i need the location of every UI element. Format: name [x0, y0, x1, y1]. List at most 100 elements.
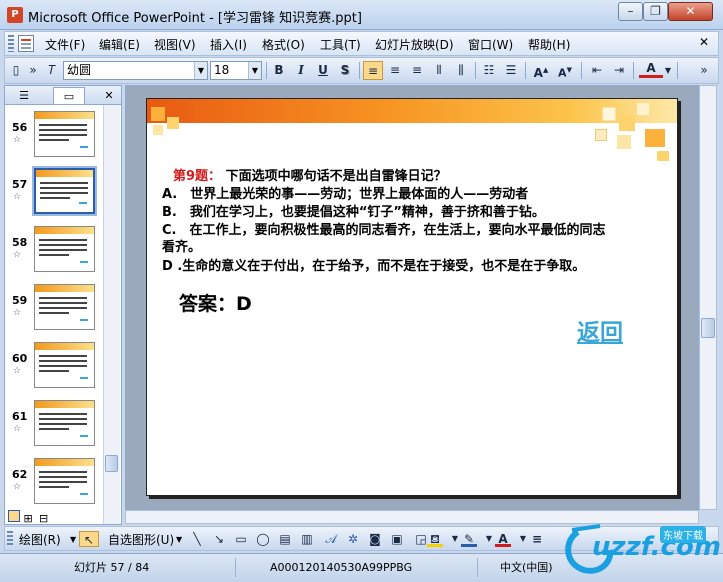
chevron-down-icon[interactable]: ▼: [194, 62, 207, 79]
close-button[interactable]: ✕: [668, 2, 713, 21]
toolbar-grip-handle[interactable]: [7, 531, 13, 547]
new-document-icon[interactable]: ▯: [7, 61, 25, 80]
arrow-tool-icon[interactable]: ↘: [211, 531, 227, 547]
menu-grip-handle[interactable]: [8, 35, 14, 52]
decor-square: [602, 107, 616, 121]
slide-thumbnail[interactable]: [34, 284, 95, 330]
slide-transition-star-icon: ☆: [13, 308, 22, 318]
line-style-icon[interactable]: ≡: [529, 531, 545, 547]
shrink-font-label: A: [558, 66, 567, 80]
slide-thumbnail-number: 57: [12, 178, 28, 191]
toolbar-options-chevron-icon[interactable]: »: [27, 61, 39, 80]
menu-edit[interactable]: 编辑(E): [99, 36, 140, 53]
thumbnail-text-line: [40, 187, 88, 189]
vertical-text-icon[interactable]: ⫼: [451, 61, 471, 80]
minimize-button[interactable]: –: [618, 2, 643, 21]
uzzf-watermark-logo: uzzf.com 东坡下载: [560, 520, 721, 580]
rectangle-tool-icon[interactable]: ▭: [233, 531, 249, 547]
line-tool-icon[interactable]: ╲: [189, 531, 205, 547]
menu-format[interactable]: 格式(O): [262, 36, 305, 53]
slide-thumbnail[interactable]: [34, 111, 95, 157]
outline-tab[interactable]: ☰: [9, 87, 39, 104]
wordart-icon[interactable]: 𝒜: [323, 531, 339, 547]
bullets-icon[interactable]: ☰: [501, 61, 521, 80]
menu-help[interactable]: 帮助(H): [528, 36, 570, 53]
slide-thumbnail[interactable]: [32, 166, 97, 216]
align-left-icon[interactable]: ≡: [363, 61, 383, 80]
close-document-button[interactable]: ✕: [699, 35, 709, 49]
font-color-dropdown-icon[interactable]: ▼: [663, 61, 673, 80]
textbox-tool-icon[interactable]: ▤: [277, 531, 293, 547]
increase-indent-icon[interactable]: ⇥: [609, 61, 629, 80]
slide-thumbnail-number: 60: [12, 352, 28, 365]
slideshow-view-icon[interactable]: ⊟: [39, 512, 51, 525]
chevron-down-icon[interactable]: ▼: [248, 62, 261, 79]
grow-font-button[interactable]: A▲: [531, 61, 551, 80]
italic-button[interactable]: I: [291, 61, 311, 80]
slide-thumbnail-number: 58: [12, 236, 28, 249]
slides-tab[interactable]: ▭: [53, 87, 85, 104]
current-slide[interactable]: 第9题： 下面选项中哪句话不是出自雷锋日记？ A. 世界上最光荣的事——劳动；世…: [146, 98, 678, 496]
editor-scrollbar-thumb[interactable]: [701, 318, 715, 338]
menu-file[interactable]: 文件(F): [45, 36, 85, 53]
powerpoint-app-icon[interactable]: P: [7, 7, 23, 23]
thumbnail-text-line: [39, 129, 87, 131]
font-color-button[interactable]: A: [639, 61, 663, 78]
clipart-icon[interactable]: ◙: [367, 531, 383, 547]
numbering-icon[interactable]: ☷: [479, 61, 499, 80]
oval-tool-icon[interactable]: ◯: [255, 531, 271, 547]
underline-button[interactable]: U: [313, 61, 333, 80]
thumbnail-text-line: [39, 471, 87, 473]
slide-thumbnail[interactable]: [34, 458, 95, 504]
decor-square: [637, 103, 649, 115]
slide-sorter-view-icon[interactable]: ⊞: [24, 512, 36, 525]
thumbnail-text-line: [39, 249, 87, 251]
bold-button[interactable]: B: [269, 61, 289, 80]
menu-view[interactable]: 视图(V): [154, 36, 196, 53]
normal-view-icon[interactable]: [8, 510, 20, 522]
distribute-icon[interactable]: ⫴: [429, 61, 449, 80]
slide-thumbnail-number: 59: [12, 294, 28, 307]
chevron-down-icon[interactable]: ▼: [70, 535, 76, 544]
diagram-icon[interactable]: ✲: [345, 531, 361, 547]
menu-window[interactable]: 窗口(W): [468, 36, 513, 53]
return-link[interactable]: 返回: [577, 313, 623, 347]
align-right-icon[interactable]: ≡: [407, 61, 427, 80]
font-size-select[interactable]: 18 ▼: [210, 61, 262, 80]
decor-square: [595, 129, 607, 141]
decrease-indent-icon[interactable]: ⇤: [587, 61, 607, 80]
draw-menu[interactable]: 绘图(R): [19, 531, 61, 548]
slide-transition-star-icon: ☆: [13, 250, 22, 260]
fill-color-icon[interactable]: ⛾: [427, 531, 443, 547]
thumbnail-text-line: [39, 413, 87, 415]
shadow-button[interactable]: S: [335, 61, 355, 80]
autoshapes-menu[interactable]: 自选图形(U): [108, 531, 174, 548]
font-color-button[interactable]: A: [495, 531, 511, 547]
toolbar-separator: [525, 62, 526, 79]
menu-tools[interactable]: 工具(T): [320, 36, 361, 53]
vertical-textbox-icon[interactable]: ▥: [299, 531, 315, 547]
menu-insert[interactable]: 插入(I): [210, 36, 247, 53]
close-panel-button[interactable]: ✕: [101, 87, 117, 104]
editor-vertical-scrollbar[interactable]: [699, 85, 717, 510]
restore-button[interactable]: ❐: [643, 2, 668, 21]
shrink-font-button[interactable]: A▼: [555, 61, 575, 80]
thumbnail-text-line: [39, 355, 87, 357]
align-center-icon[interactable]: ≡: [385, 61, 405, 80]
thumbnail-banner: [35, 401, 94, 408]
thumbnail-text-line: [39, 139, 69, 141]
select-pointer-icon[interactable]: ↖: [79, 531, 99, 547]
menu-slideshow[interactable]: 幻灯片放映(D): [375, 36, 454, 53]
picture-icon[interactable]: ▣: [389, 531, 405, 547]
thumbnail-banner: [35, 112, 94, 119]
slide-thumbnail[interactable]: [34, 342, 95, 388]
document-icon[interactable]: [18, 35, 34, 52]
slide-thumbnail[interactable]: [34, 400, 95, 446]
line-color-icon[interactable]: ✎: [461, 531, 477, 547]
slide-thumbnail[interactable]: [34, 226, 95, 272]
panel-scrollbar-thumb[interactable]: [105, 455, 118, 472]
font-name-select[interactable]: 幼圆 ▼: [63, 61, 208, 80]
thumbnail-text-line: [39, 481, 87, 483]
toolbar-options-chevron-icon[interactable]: »: [697, 61, 711, 80]
chevron-down-icon[interactable]: ▼: [176, 535, 182, 544]
